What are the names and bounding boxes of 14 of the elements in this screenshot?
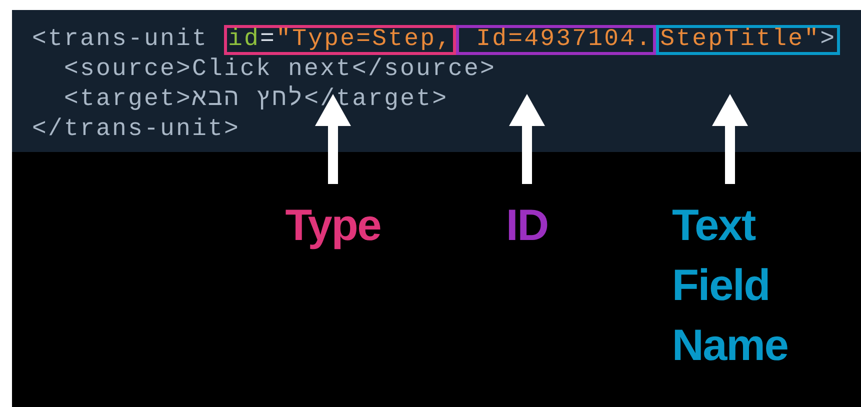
- code-line: </trans-unit>: [32, 116, 240, 143]
- annotation-label: Type: [284, 200, 382, 252]
- equals-sign: =: [260, 26, 276, 53]
- up-arrow-icon: [710, 94, 750, 184]
- tag-text: >: [820, 26, 836, 53]
- up-arrow-icon: [507, 94, 547, 184]
- attribute-name: id: [228, 26, 260, 53]
- attribute-value: StepTitle": [660, 26, 820, 53]
- annotation-label: Text Field Name: [672, 200, 788, 372]
- attribute-value: "Type=Step,: [276, 26, 452, 53]
- tag-text: <trans-unit: [32, 26, 210, 53]
- code-line: <source>Click next</source>: [64, 56, 496, 83]
- annotation-label: ID: [505, 200, 549, 252]
- attribute-value: Id=4937104.: [475, 26, 652, 53]
